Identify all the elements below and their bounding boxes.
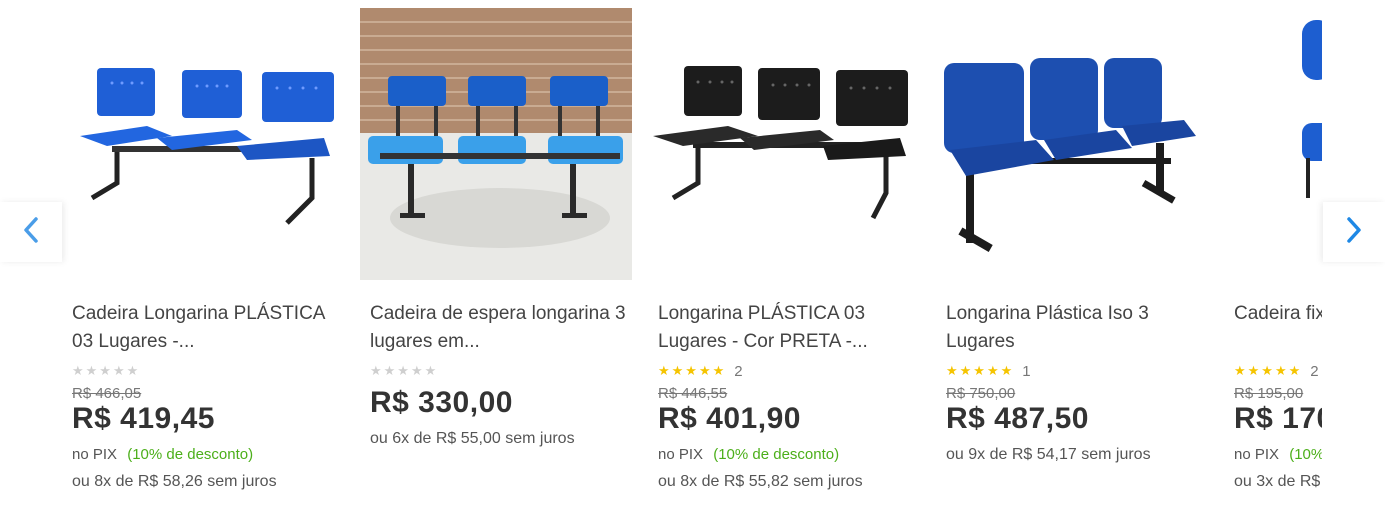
product-rating: ★★★★★ 1 bbox=[946, 358, 1208, 384]
pix-discount: (10% de desconto) bbox=[713, 446, 840, 463]
current-price: R$ 170,00 bbox=[1234, 402, 1322, 435]
product-rating: ★★★★★ 2 bbox=[1234, 358, 1322, 384]
old-price: R$ 446,55 bbox=[658, 385, 728, 402]
installments: ou 6x de R$ 55,00 sem juros bbox=[370, 430, 575, 447]
rating-stars: ★★★★★ bbox=[370, 363, 439, 378]
product-image[interactable] bbox=[936, 8, 1208, 280]
product-carousel: Cadeira Longarina PLÁSTICA 03 Lugares -.… bbox=[62, 0, 1322, 510]
rating-stars: ★★★★★ bbox=[1234, 363, 1303, 378]
pix-discount: (10% de desconto) bbox=[127, 446, 254, 463]
product-title[interactable]: Cadeira fixa Azul bbox=[1234, 300, 1322, 356]
old-price: R$ 466,05 bbox=[72, 385, 142, 402]
current-price: R$ 419,45 bbox=[72, 402, 215, 435]
product-card[interactable]: Longarina Plástica Iso 3 Lugares ★★★★★ 1… bbox=[936, 0, 1208, 510]
current-price: R$ 487,50 bbox=[946, 402, 1089, 435]
product-rating: ★★★★★ bbox=[370, 358, 632, 384]
product-title[interactable]: Longarina Plástica Iso 3 Lugares bbox=[946, 300, 1208, 356]
rating-stars: ★★★★★ bbox=[658, 363, 727, 378]
installments: ou 8x de R$ 55,82 sem juros bbox=[658, 473, 863, 490]
rating-count: 2 bbox=[1310, 362, 1319, 380]
product-card[interactable]: Cadeira fixa Azul ★★★★★ 2 R$ 195,00 R$ 1… bbox=[1224, 0, 1322, 510]
installments: ou 8x de R$ 58,26 sem juros bbox=[72, 473, 277, 490]
rating-stars: ★★★★★ bbox=[72, 363, 141, 378]
rating-stars: ★★★★★ bbox=[946, 363, 1015, 378]
chevron-right-icon bbox=[1344, 215, 1364, 250]
product-rating: ★★★★★ bbox=[72, 358, 334, 384]
product-title[interactable]: Cadeira Longarina PLÁSTICA 03 Lugares -.… bbox=[72, 300, 334, 356]
pix-label: no PIX bbox=[1234, 446, 1280, 463]
installments: ou 3x de R$ bbox=[1234, 473, 1321, 490]
pix-label: no PIX bbox=[658, 446, 704, 463]
pix-info: no PIX (10% de desconto) bbox=[658, 446, 920, 463]
pix-label: no PIX bbox=[72, 446, 118, 463]
carousel-prev-button[interactable] bbox=[0, 202, 62, 262]
chevron-left-icon bbox=[21, 215, 41, 250]
carousel-next-button[interactable] bbox=[1323, 202, 1385, 262]
product-image[interactable] bbox=[360, 8, 632, 280]
old-price: R$ 750,00 bbox=[946, 385, 1016, 402]
product-title[interactable]: Longarina PLÁSTICA 03 Lugares - Cor PRET… bbox=[658, 300, 920, 356]
rating-count: 2 bbox=[734, 362, 743, 380]
installments: ou 9x de R$ 54,17 sem juros bbox=[946, 446, 1151, 463]
current-price: R$ 401,90 bbox=[658, 402, 801, 435]
rating-count: 1 bbox=[1022, 362, 1031, 380]
pix-discount: (10% de desconto) bbox=[1289, 446, 1322, 463]
product-card[interactable]: Cadeira de espera longarina 3 lugares em… bbox=[360, 0, 632, 510]
old-price: R$ 195,00 bbox=[1234, 385, 1304, 402]
product-image[interactable] bbox=[648, 8, 920, 280]
product-card[interactable]: Cadeira Longarina PLÁSTICA 03 Lugares -.… bbox=[62, 0, 334, 510]
product-image[interactable] bbox=[1224, 8, 1322, 280]
product-card[interactable]: Longarina PLÁSTICA 03 Lugares - Cor PRET… bbox=[648, 0, 920, 510]
pix-info: no PIX (10% de desconto) bbox=[72, 446, 334, 463]
product-title[interactable]: Cadeira de espera longarina 3 lugares em… bbox=[370, 300, 632, 356]
product-image[interactable] bbox=[62, 8, 334, 280]
current-price: R$ 330,00 bbox=[370, 386, 513, 419]
product-rating: ★★★★★ 2 bbox=[658, 358, 920, 384]
pix-info: no PIX (10% de desconto) bbox=[1234, 446, 1322, 463]
